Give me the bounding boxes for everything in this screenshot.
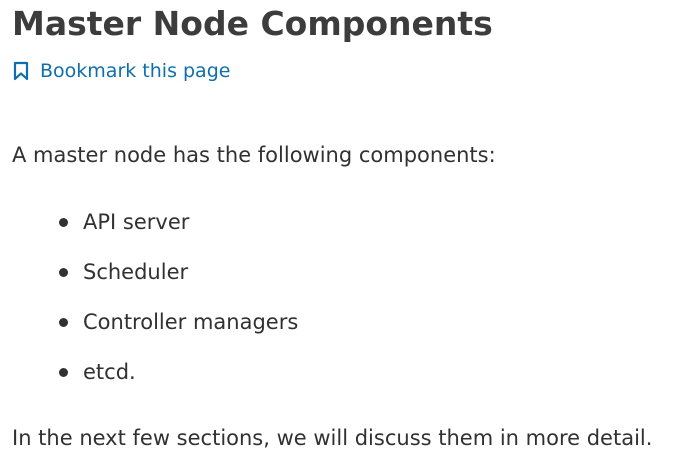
bookmark-button[interactable]: Bookmark this page bbox=[12, 58, 230, 84]
list-item-label: API server bbox=[83, 210, 190, 234]
list-item-label: Controller managers bbox=[83, 310, 299, 334]
bullet bbox=[59, 318, 68, 327]
list-item-label: etcd. bbox=[83, 360, 136, 384]
bookmark-label: Bookmark this page bbox=[40, 60, 231, 82]
bullet bbox=[59, 268, 68, 277]
bullet bbox=[59, 218, 68, 227]
page-title: Master Node Components bbox=[12, 4, 493, 43]
list-item: API server bbox=[12, 208, 298, 258]
list-item: Controller managers bbox=[12, 308, 298, 358]
list-item: etcd. bbox=[12, 358, 298, 408]
intro-text: A master node has the following componen… bbox=[12, 143, 496, 167]
page-content: Master Node Components Bookmark this pag… bbox=[0, 0, 692, 457]
bookmark-icon bbox=[13, 61, 29, 81]
list-item: Scheduler bbox=[12, 258, 298, 308]
component-list: API server Scheduler Controller managers… bbox=[12, 208, 298, 408]
list-item-label: Scheduler bbox=[83, 260, 189, 284]
bullet bbox=[59, 368, 68, 377]
outro-text: In the next few sections, we will discus… bbox=[12, 426, 653, 450]
